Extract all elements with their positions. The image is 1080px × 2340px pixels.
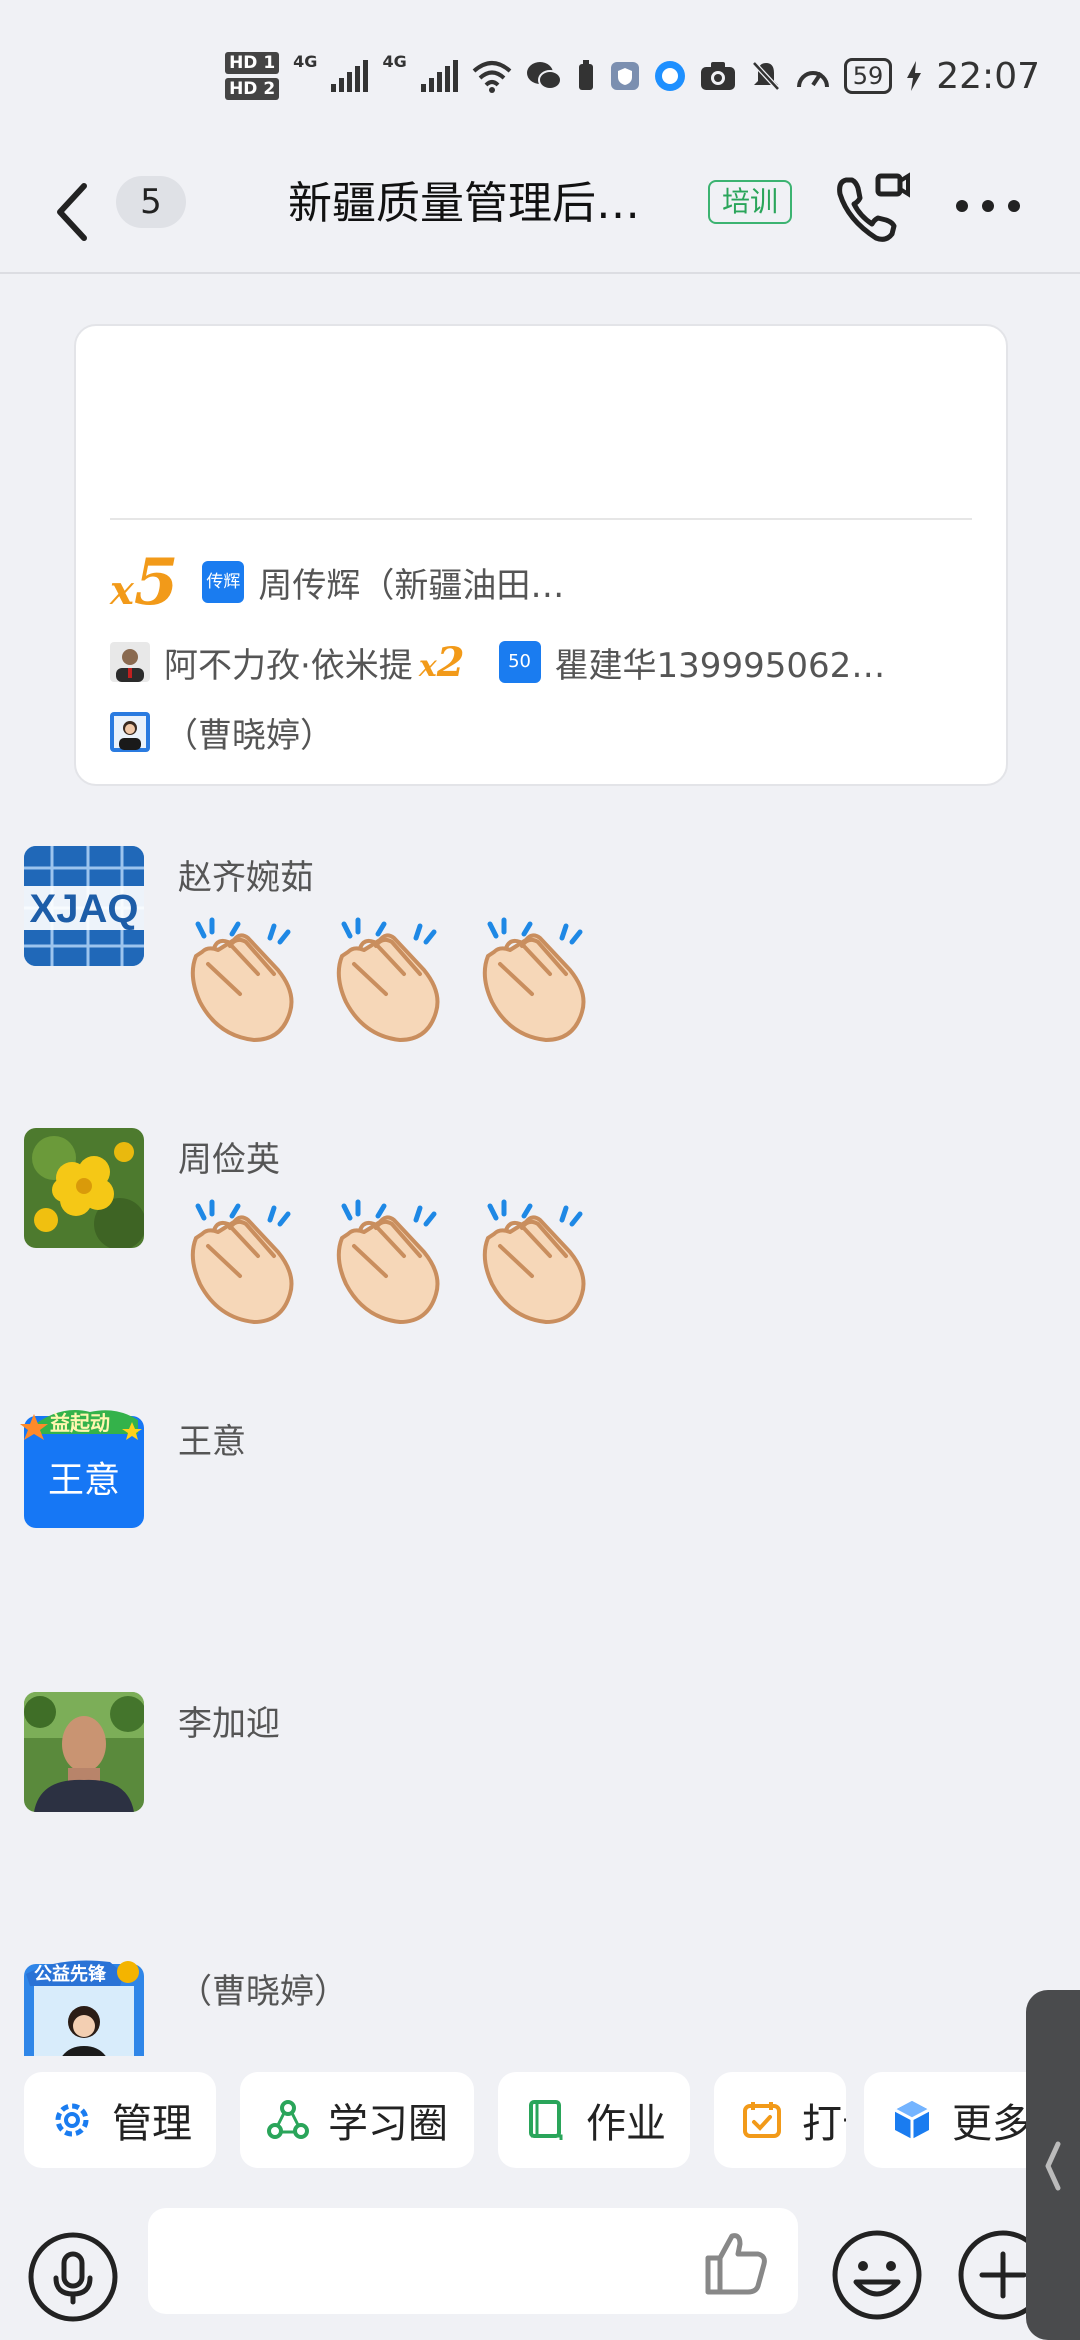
avatar[interactable] <box>24 1128 144 1248</box>
sender-name[interactable]: 赵齐婉茹 <box>178 850 314 899</box>
card-divider <box>110 518 972 520</box>
browser-icon <box>654 61 685 91</box>
battery-level: 59 <box>843 58 893 94</box>
signal-icon <box>331 60 369 92</box>
circle-nodes-icon <box>267 2100 309 2139</box>
status-bar: HD 1 HD 2 4G 4G 59 22:07 <box>0 0 1080 150</box>
thumbs-up-icon[interactable] <box>700 2228 770 2298</box>
clap-icon <box>336 1199 440 1324</box>
multiplier: x2 <box>418 638 465 686</box>
user-name[interactable]: 周传辉（新疆油田… <box>258 558 564 607</box>
sender-name[interactable]: 周俭英 <box>178 1132 280 1181</box>
wechat-icon <box>526 62 562 90</box>
xjaq-logo-icon: XJAQ <box>24 846 144 966</box>
chevron-left-icon <box>1045 2141 1061 2191</box>
svg-text:公益先锋: 公益先锋 <box>34 1963 107 1984</box>
clap-icon <box>190 1199 294 1324</box>
chat-message: 周俭英 <box>24 1128 1054 1348</box>
speed-icon <box>796 71 829 88</box>
dual-sim-indicator: HD 1 HD 2 <box>225 52 280 100</box>
summary-row: x5 传辉 周传辉（新疆油田… <box>110 532 564 632</box>
camera-icon <box>700 62 735 90</box>
side-panel-handle[interactable] <box>1026 1990 1080 2340</box>
flower-photo <box>24 1128 144 1248</box>
pioneer-avatar: 公益先锋 <box>24 1960 144 2056</box>
mute-icon <box>751 61 780 91</box>
clock: 22:07 <box>936 55 1040 97</box>
manage-button[interactable]: 管理 <box>24 2072 216 2168</box>
svg-text:王意: 王意 <box>48 1459 120 1500</box>
more-apps-label: 更多 <box>952 2101 1032 2147</box>
summary-row: 阿不力孜·依米提 x2 50 瞿建华139995062… <box>110 632 885 692</box>
user-badge: 传辉 <box>202 561 245 603</box>
svg-text:XJAQ: XJAQ <box>30 887 139 931</box>
clap-summary-card[interactable]: x5 传辉 周传辉（新疆油田… 阿不力孜·依米提 x2 50 瞿建华139995… <box>74 324 1008 786</box>
clap-icon <box>482 1199 586 1324</box>
person-photo <box>24 1692 144 1812</box>
study-circle-button[interactable]: 学习圈 <box>240 2072 474 2168</box>
clap-icon <box>482 917 586 1042</box>
user-name[interactable]: 阿不力孜·依米提 <box>164 638 413 687</box>
avatar <box>110 712 150 752</box>
sender-name[interactable]: 李加迎 <box>178 1696 280 1745</box>
battery-saver-icon <box>578 60 593 90</box>
summary-row: （曹晓婷） <box>110 702 334 762</box>
homework-label: 作业 <box>586 2101 666 2147</box>
user-name[interactable]: （曹晓婷） <box>164 708 334 757</box>
clap-icon <box>190 917 294 1042</box>
hd2-label: HD 2 <box>225 78 280 100</box>
book-icon <box>529 2100 563 2140</box>
clap-emoji-group[interactable] <box>178 916 602 1048</box>
chat-title[interactable]: 新疆质量管理后… <box>288 176 688 232</box>
homework-button[interactable]: 作业 <box>498 2072 690 2168</box>
group-type-tag: 培训 <box>708 180 793 224</box>
video-call-icon[interactable] <box>832 168 912 248</box>
back-icon[interactable] <box>48 172 98 252</box>
avatar[interactable]: XJAQ <box>24 846 144 966</box>
more-options-icon[interactable] <box>952 194 1024 218</box>
calendar-check-icon <box>743 2102 781 2138</box>
chat-message: 益起动 王意 王意 <box>20 1410 1054 1610</box>
sender-name[interactable]: 王意 <box>178 1414 246 1463</box>
shield-icon <box>610 62 639 90</box>
unread-count-badge[interactable]: 5 <box>116 176 186 228</box>
svg-text:益起动: 益起动 <box>50 1411 110 1435</box>
hd1-label: HD 1 <box>225 52 280 74</box>
emoji-icon[interactable] <box>830 2228 924 2322</box>
avatar <box>110 642 150 682</box>
clap-icon <box>336 917 440 1042</box>
name-avatar: 益起动 王意 <box>20 1410 144 1528</box>
charging-icon <box>907 61 922 91</box>
cube-icon <box>894 2101 930 2139</box>
sender-name[interactable]: （曹晓婷） <box>178 1964 348 2013</box>
group-tools-bar: 管理 学习圈 作业 打卡 更多 <box>0 2068 1080 2180</box>
clap-emoji-group[interactable] <box>178 1198 602 1330</box>
net2-label: 4G <box>382 52 407 71</box>
checkin-button[interactable]: 打卡 <box>714 2072 846 2168</box>
microphone-icon[interactable] <box>26 2230 120 2324</box>
avatar[interactable] <box>24 1692 144 1812</box>
user-name[interactable]: 瞿建华139995062… <box>555 638 886 687</box>
chat-header: 5 新疆质量管理后… 培训 <box>0 150 1080 274</box>
chat-message: 公益先锋 （曹晓婷） <box>24 1960 1054 2056</box>
net1-label: 4G <box>293 52 318 71</box>
study-circle-label: 学习圈 <box>328 2101 448 2147</box>
signal-icon <box>420 60 458 92</box>
user-badge: 50 <box>498 641 541 683</box>
gear-icon <box>55 2103 89 2137</box>
wifi-icon <box>472 61 512 93</box>
manage-label: 管理 <box>112 2101 192 2147</box>
checkin-label: 打卡 <box>802 2101 846 2147</box>
chat-message: XJAQ 赵齐婉茹 <box>24 846 1054 1066</box>
input-bar <box>0 2190 1080 2340</box>
avatar[interactable]: 公益先锋 <box>24 1960 144 2056</box>
multiplier: x5 <box>110 544 179 620</box>
avatar[interactable]: 益起动 王意 <box>20 1410 144 1530</box>
chat-message: 李加迎 <box>24 1692 1054 1892</box>
